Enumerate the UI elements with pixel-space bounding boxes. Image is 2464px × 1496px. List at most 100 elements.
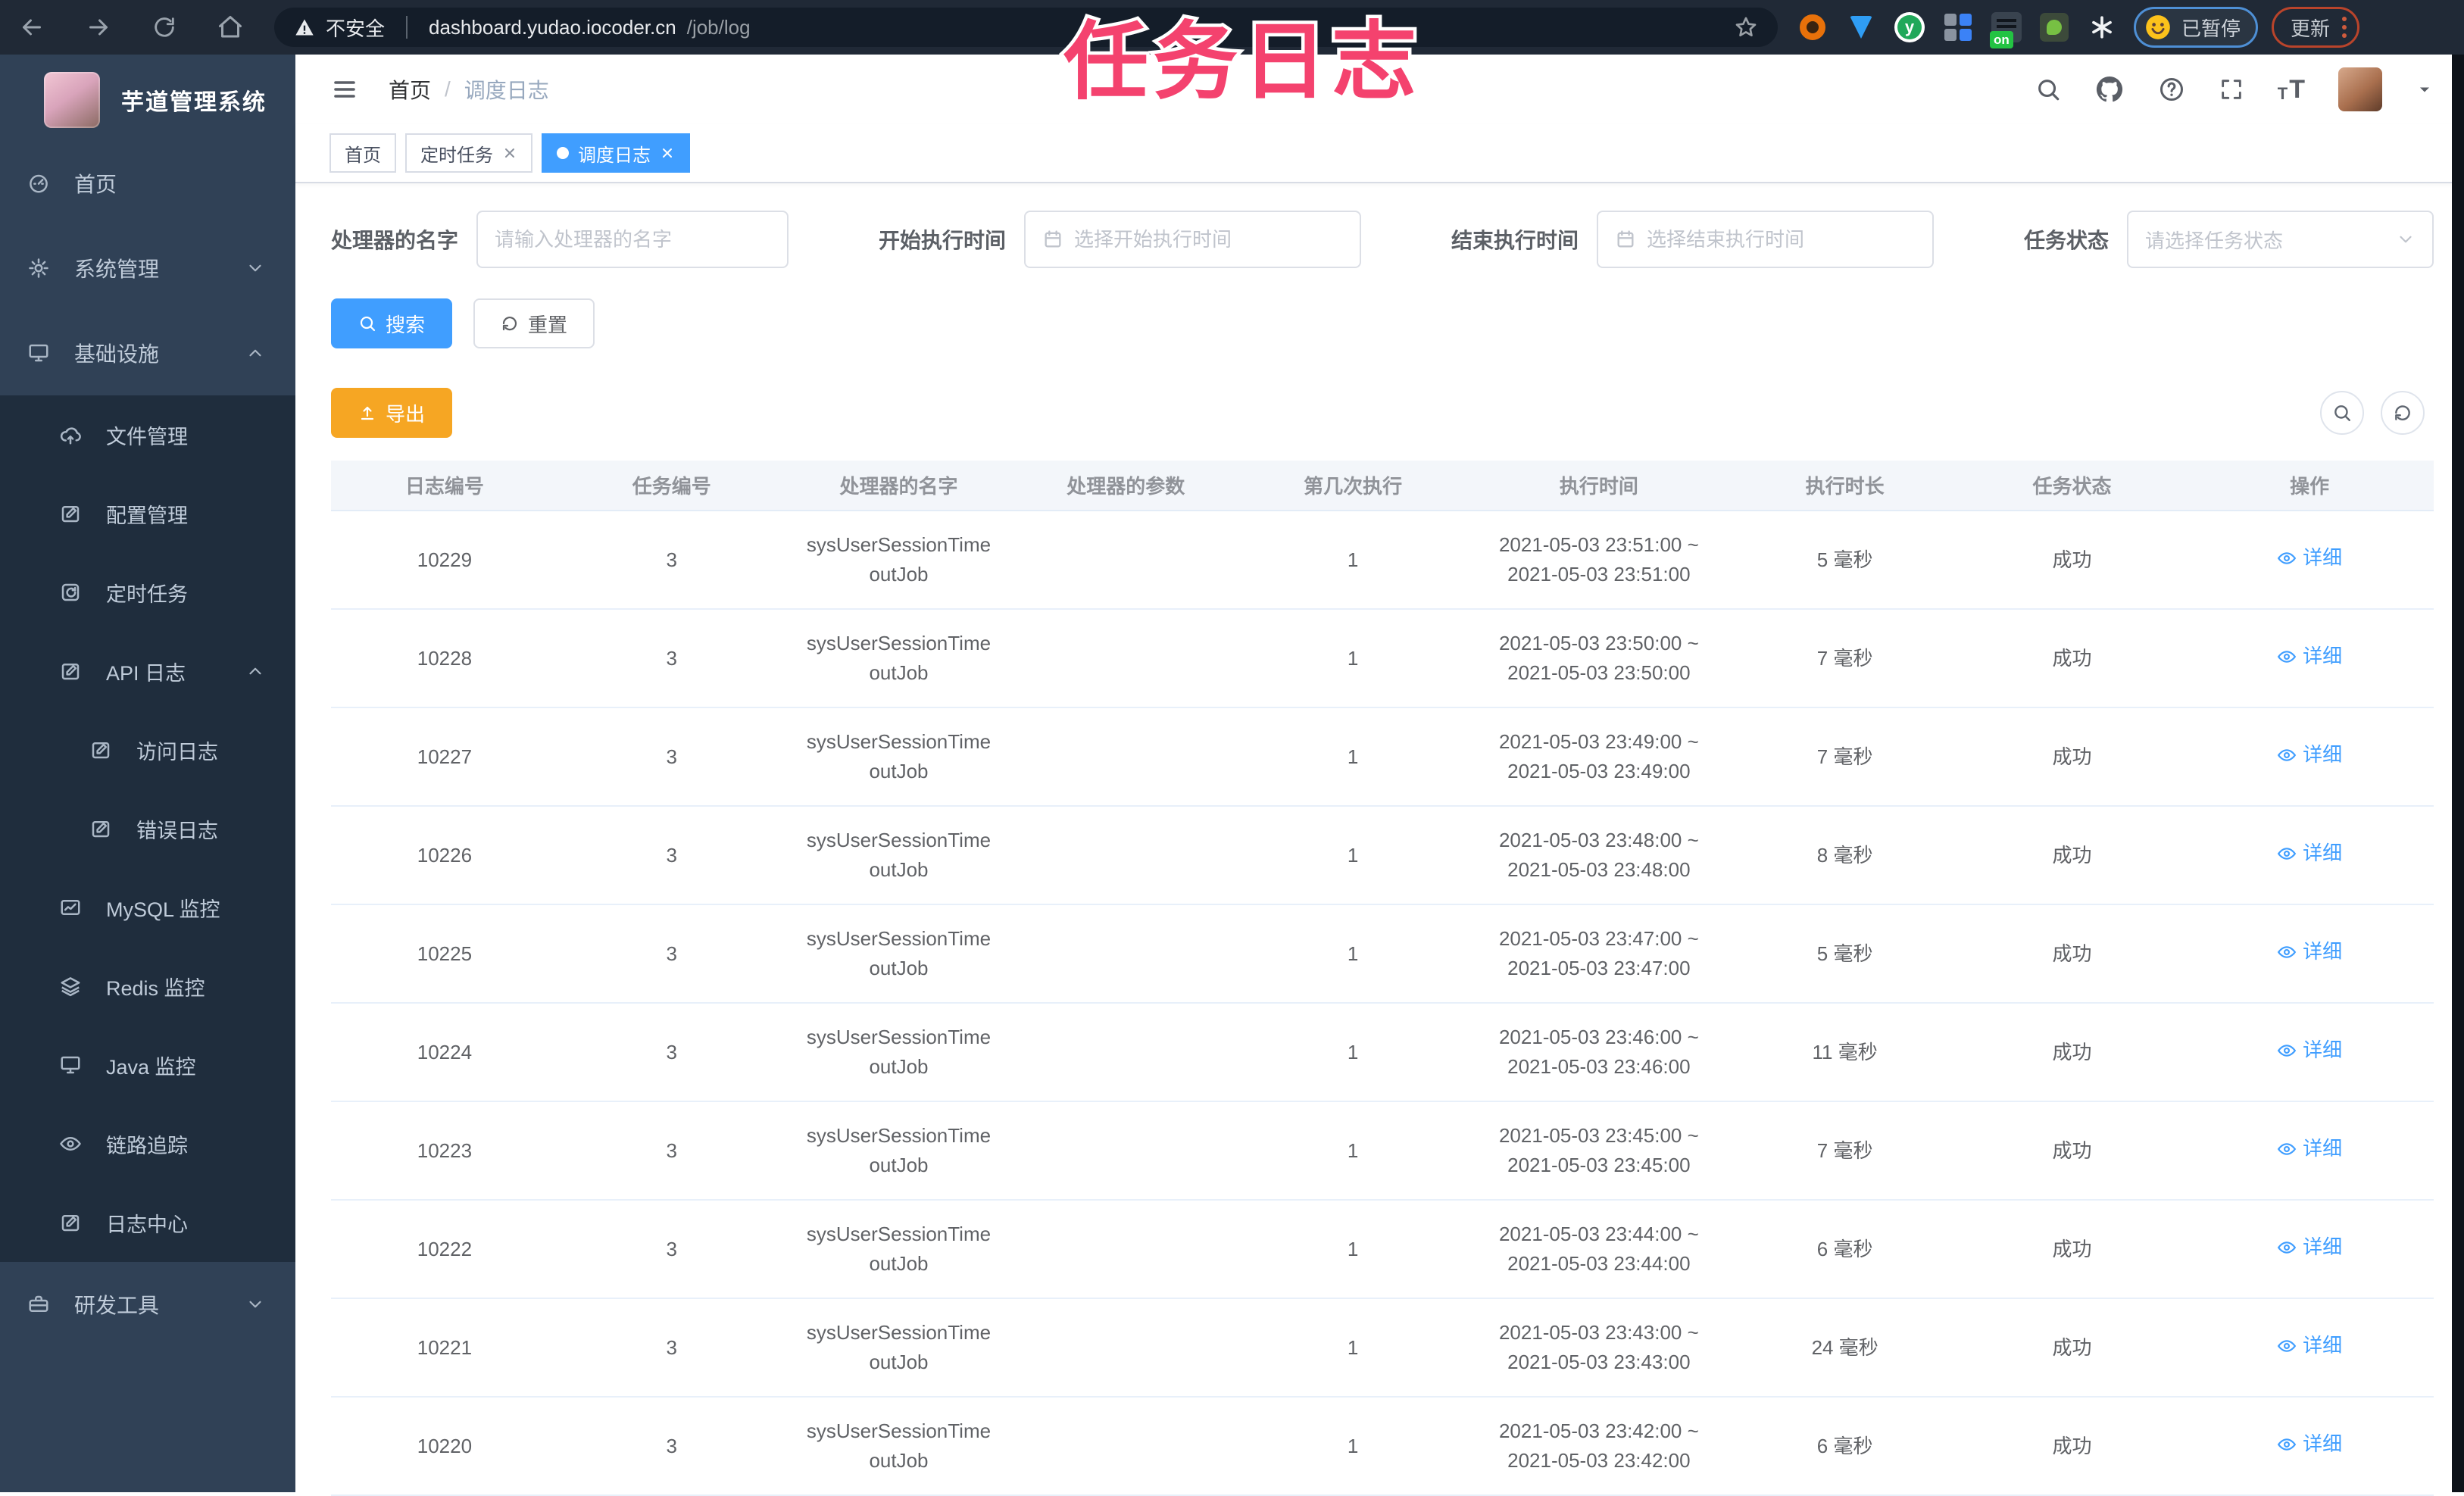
cell-param [1012, 511, 1240, 610]
detail-link[interactable]: 详细 [2277, 1134, 2342, 1163]
sidebar-item-label: API 日志 [106, 661, 186, 685]
detail-link[interactable]: 详细 [2277, 937, 2342, 967]
sidebar-item-label: 错误日志 [136, 819, 218, 842]
cell-job-id: 3 [557, 707, 785, 807]
logo-avatar [44, 72, 100, 128]
home-icon[interactable] [217, 14, 244, 41]
address-bar[interactable]: 不安全 dashboard.yudao.iocoder.cn/job/log [274, 8, 1778, 47]
user-avatar[interactable] [2338, 67, 2382, 111]
sidebar-item-home[interactable]: 首页 [0, 141, 295, 226]
extension-grid-icon[interactable] [1943, 12, 1973, 42]
cell-period: 2021-05-03 23:48:00 ~ 2021-05-03 23:48:0… [1466, 806, 1732, 905]
font-size-icon[interactable]: TT [2278, 77, 2305, 102]
sidebar-item-error-log[interactable]: 错误日志 [0, 789, 295, 868]
not-secure-warning-icon [295, 19, 314, 36]
sidebar-item-system[interactable]: 系统管理 [0, 226, 295, 311]
close-icon[interactable] [660, 145, 675, 161]
cell-times: 1 [1239, 1003, 1466, 1102]
extension-orange-icon[interactable] [1797, 12, 1828, 42]
breadcrumb-current: 调度日志 [464, 79, 549, 102]
search-button[interactable]: 搜索 [331, 298, 453, 348]
reload-icon[interactable] [151, 14, 177, 40]
extension-on-badge-icon[interactable]: on [1990, 12, 2022, 48]
cell-handler: sysUserSessionTimeoutJob [785, 609, 1013, 708]
extension-leaf-icon[interactable] [2040, 13, 2069, 42]
cell-job-id: 3 [557, 609, 785, 708]
reset-button[interactable]: 重置 [473, 298, 595, 348]
sidebar-item-access-log[interactable]: 访问日志 [0, 711, 295, 789]
tab-job-log[interactable]: 调度日志 [542, 133, 690, 173]
refresh-table-button[interactable] [2381, 391, 2425, 435]
detail-link[interactable]: 详细 [2277, 1232, 2342, 1262]
cell-duration: 24 毫秒 [1731, 1298, 1959, 1398]
cell-log-id: 10223 [331, 1101, 558, 1201]
sidebar-item-log-center[interactable]: 日志中心 [0, 1183, 295, 1262]
browser-menu-icon[interactable] [2342, 17, 2347, 38]
detail-link[interactable]: 详细 [2277, 642, 2342, 671]
detail-link[interactable]: 详细 [2277, 1429, 2342, 1459]
eye-icon [2278, 1339, 2297, 1352]
cell-duration: 5 毫秒 [1731, 904, 1959, 1004]
cell-job-id: 3 [557, 904, 785, 1004]
cell-status: 成功 [1958, 904, 2186, 1004]
cell-handler: sysUserSessionTimeoutJob [785, 904, 1013, 1004]
sidebar-item-dev-tools[interactable]: 研发工具 [0, 1262, 295, 1347]
extension-flower-icon[interactable] [2087, 12, 2117, 42]
help-icon[interactable] [2158, 76, 2185, 103]
select-placeholder: 请选择任务状态 [2144, 229, 2283, 252]
hamburger-icon[interactable] [331, 76, 358, 103]
sidebar-item-label: 配置管理 [106, 504, 188, 527]
detail-link[interactable]: 详细 [2277, 543, 2342, 573]
sidebar-item-redis-monitor[interactable]: Redis 监控 [0, 947, 295, 1026]
breadcrumb-home[interactable]: 首页 [389, 74, 431, 105]
sidebar-item-file-manage[interactable]: 文件管理 [0, 395, 295, 474]
close-icon[interactable] [502, 145, 517, 161]
edit-icon [61, 664, 80, 680]
search-icon[interactable] [2035, 77, 2061, 102]
detail-link[interactable]: 详细 [2277, 839, 2342, 868]
cell-param [1012, 806, 1240, 905]
begin-time-input[interactable] [1074, 227, 1343, 251]
extension-green-icon[interactable]: y [1894, 12, 1925, 42]
forward-icon[interactable] [85, 14, 112, 41]
sidebar-item-label: MySQL 监控 [106, 898, 220, 921]
detail-link[interactable]: 详细 [2277, 740, 2342, 770]
detail-link[interactable]: 详细 [2277, 1035, 2342, 1065]
sidebar-logo[interactable]: 芋道管理系统 [0, 59, 295, 141]
browser-nav-buttons [18, 14, 244, 41]
sidebar-item-label: 日志中心 [106, 1213, 188, 1236]
cell-log-id: 10227 [331, 707, 558, 807]
tab-scheduled-jobs[interactable]: 定时任务 [405, 133, 532, 173]
navbar-actions: TT [2035, 67, 2434, 111]
github-icon[interactable] [2094, 74, 2125, 105]
search-icon [2334, 405, 2350, 421]
detail-link[interactable]: 详细 [2277, 1331, 2342, 1360]
bookmark-star-icon[interactable] [1734, 15, 1758, 39]
handler-name-input[interactable] [495, 227, 771, 251]
sidebar-item-api-log[interactable]: API 日志 [0, 632, 295, 711]
cell-duration: 11 毫秒 [1731, 1003, 1959, 1102]
edit-icon [61, 1215, 80, 1232]
back-icon[interactable] [18, 14, 45, 41]
cell-period: 2021-05-03 23:44:00 ~ 2021-05-03 23:44:0… [1466, 1200, 1732, 1299]
sidebar-item-infra[interactable]: 基础设施 [0, 311, 295, 395]
sidebar-item-config-manage[interactable]: 配置管理 [0, 474, 295, 553]
url-path: /job/log [686, 15, 751, 39]
paused-badge[interactable]: 已暂停 [2134, 7, 2259, 48]
job-status-select[interactable]: 请选择任务状态 [2126, 211, 2434, 268]
sidebar-item-mysql-monitor[interactable]: MySQL 监控 [0, 868, 295, 947]
export-button[interactable]: 导出 [331, 388, 453, 438]
extension-blue-drop-icon[interactable] [1846, 12, 1876, 42]
sidebar-submenu-infra: 文件管理 配置管理 定时任务 API 日志 访问日志 错误日志 MySQL 监控… [0, 395, 295, 1262]
sidebar-item-scheduled-jobs[interactable]: 定时任务 [0, 553, 295, 632]
toggle-search-button[interactable] [2320, 391, 2364, 435]
tab-home[interactable]: 首页 [329, 133, 396, 173]
update-button[interactable]: 更新 [2272, 7, 2360, 48]
fullscreen-icon[interactable] [2219, 77, 2244, 102]
caret-down-icon[interactable] [2416, 80, 2434, 98]
end-time-input[interactable] [1646, 227, 1916, 251]
filter-handler-name: 处理器的名字 [331, 211, 789, 268]
sidebar-item-java-monitor[interactable]: Java 监控 [0, 1026, 295, 1104]
sidebar-item-tracing[interactable]: 链路追踪 [0, 1104, 295, 1183]
browser-scrollbar[interactable] [2452, 55, 2464, 1492]
